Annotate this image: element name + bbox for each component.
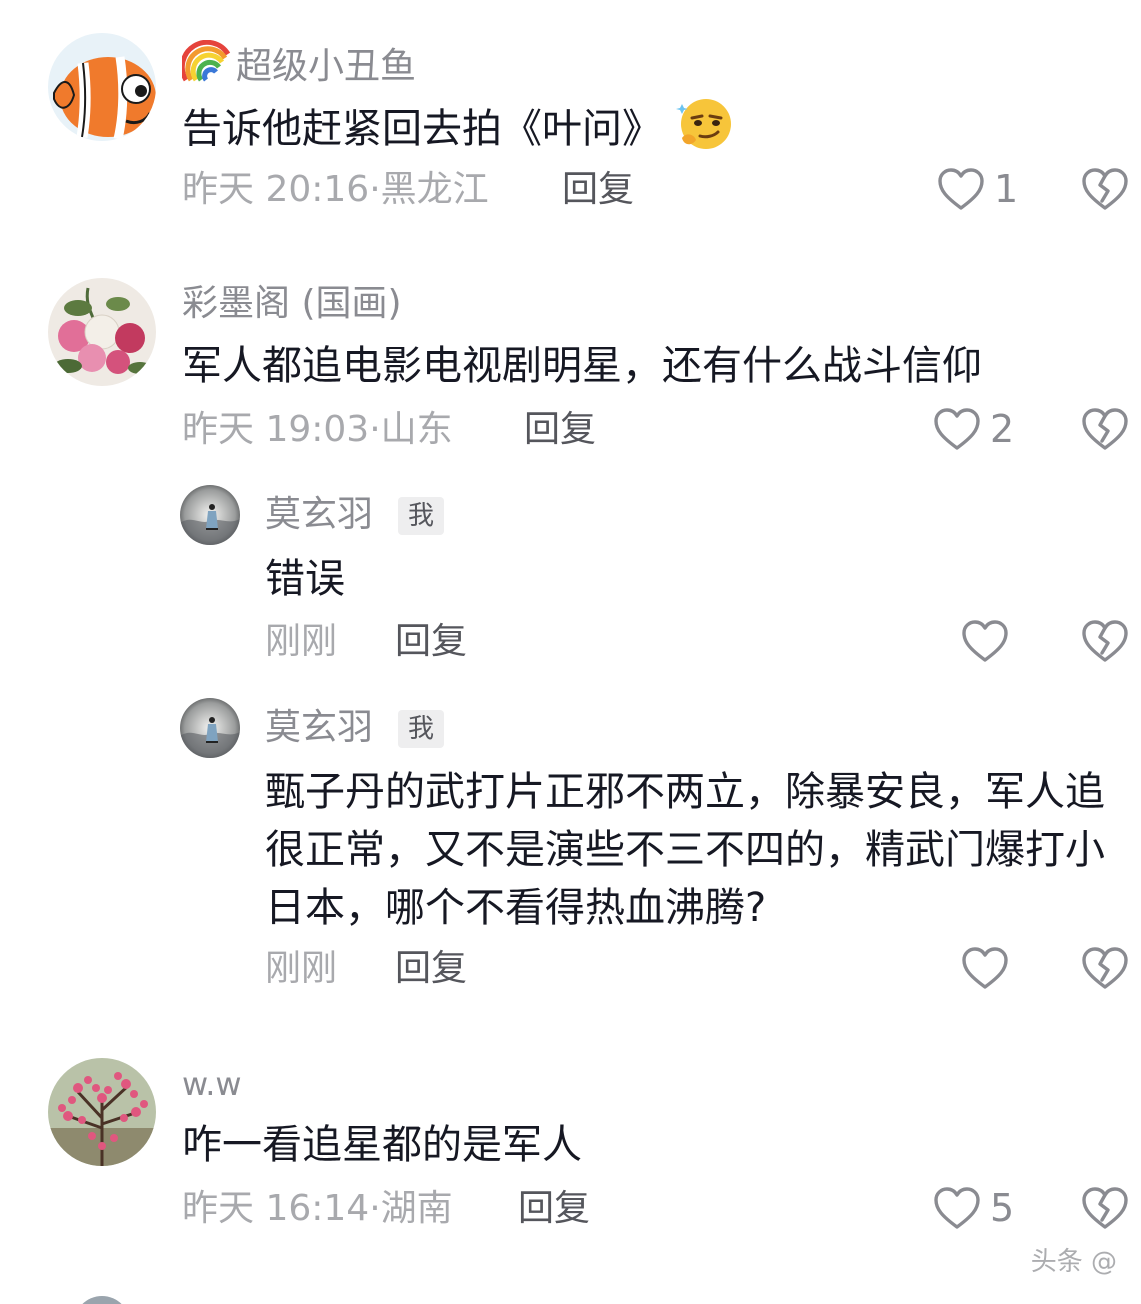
avatar[interactable] — [48, 33, 156, 141]
separator: · — [369, 409, 381, 450]
comment-text: 咋一看追星都的是军人 — [182, 1122, 582, 1168]
dislike-button[interactable] — [1080, 164, 1130, 214]
dislike-button[interactable] — [1080, 616, 1130, 666]
reply-button[interactable]: 回复 — [395, 624, 467, 660]
like-count: 5 — [990, 1186, 1015, 1230]
dislike-button[interactable] — [1080, 404, 1130, 454]
comment-meta: 昨天 16:14·湖南 — [182, 1191, 453, 1227]
reply-text: 甄子丹的武打片正邪不两立，除暴安良，军人追很正常，又不是演些不三不四的，精武门爆… — [265, 769, 1105, 931]
broken-heart-icon — [1080, 1183, 1130, 1233]
broken-heart-icon — [1080, 943, 1130, 993]
comment-username-text: 超级小丑鱼 — [236, 46, 417, 87]
comment-text-body: 告诉他赶紧回去拍《叶问》 — [182, 106, 662, 152]
comment-username[interactable]: 超级小丑鱼 — [182, 40, 416, 85]
comment-location: 黑龙江 — [380, 169, 489, 210]
avatar[interactable] — [180, 485, 240, 545]
comment-time: 昨天 19:03 — [182, 409, 370, 450]
like-count: 2 — [990, 407, 1015, 451]
comment-meta: 昨天 19:03·山东 — [182, 412, 453, 448]
reply-text: 错误 — [265, 556, 345, 602]
heart-icon — [960, 945, 1010, 991]
comment-time: 昨天 16:14 — [182, 1188, 370, 1229]
avatar[interactable] — [180, 698, 240, 758]
like-button[interactable]: 5 — [932, 1183, 1014, 1233]
comment-location: 湖南 — [380, 1188, 453, 1229]
reply-time: 刚刚 — [265, 621, 338, 662]
avatar[interactable] — [48, 1058, 156, 1166]
comment-location: 山东 — [380, 409, 453, 450]
reply-button[interactable]: 回复 — [562, 172, 634, 208]
comment-text: 告诉他赶紧回去拍《叶问》 — [182, 94, 734, 158]
reply-time: 刚刚 — [265, 948, 338, 989]
heart-icon — [932, 1185, 982, 1231]
reply-button[interactable]: 回复 — [524, 412, 596, 448]
broken-heart-icon — [1080, 616, 1130, 666]
comment-username[interactable]: w.w — [182, 1068, 242, 1100]
comment-time: 昨天 20:16 — [182, 169, 370, 210]
comment-username[interactable]: 彩墨阁 (国画) — [182, 286, 402, 322]
reply-button[interactable]: 回复 — [518, 1191, 590, 1227]
broken-heart-icon — [1080, 164, 1130, 214]
reply-button[interactable]: 回复 — [395, 951, 467, 987]
separator: · — [369, 1188, 381, 1229]
comment-list: 超级小丑鱼 告诉他赶紧回去拍《叶问》 昨天 20:16·黑龙江 回复 1 彩墨阁… — [0, 0, 1141, 1304]
like-button[interactable]: 2 — [932, 404, 1014, 454]
like-button[interactable] — [960, 943, 1010, 993]
reply-username[interactable]: 莫玄羽 — [265, 497, 373, 533]
like-button[interactable]: 1 — [936, 164, 1018, 214]
thinking-smirk-emoji-icon — [676, 99, 731, 149]
like-count: 1 — [994, 167, 1019, 211]
avatar[interactable] — [74, 1296, 130, 1304]
comment-meta: 昨天 20:16·黑龙江 — [182, 172, 489, 208]
avatar[interactable] — [48, 278, 156, 386]
broken-heart-icon — [1080, 404, 1130, 454]
reply-username[interactable]: 莫玄羽 — [265, 710, 373, 746]
watermark: 头条 @ — [1030, 1247, 1117, 1277]
separator: · — [369, 169, 381, 210]
heart-icon — [936, 166, 986, 212]
dislike-button[interactable] — [1080, 943, 1130, 993]
heart-icon — [960, 618, 1010, 664]
rainbow-icon — [182, 40, 231, 82]
like-button[interactable] — [960, 616, 1010, 666]
comment-text: 军人都追电影电视剧明星，还有什么战斗信仰 — [182, 343, 982, 389]
me-badge: 我 — [398, 710, 445, 748]
me-badge: 我 — [398, 497, 445, 535]
dislike-button[interactable] — [1080, 1183, 1130, 1233]
heart-icon — [932, 406, 982, 452]
